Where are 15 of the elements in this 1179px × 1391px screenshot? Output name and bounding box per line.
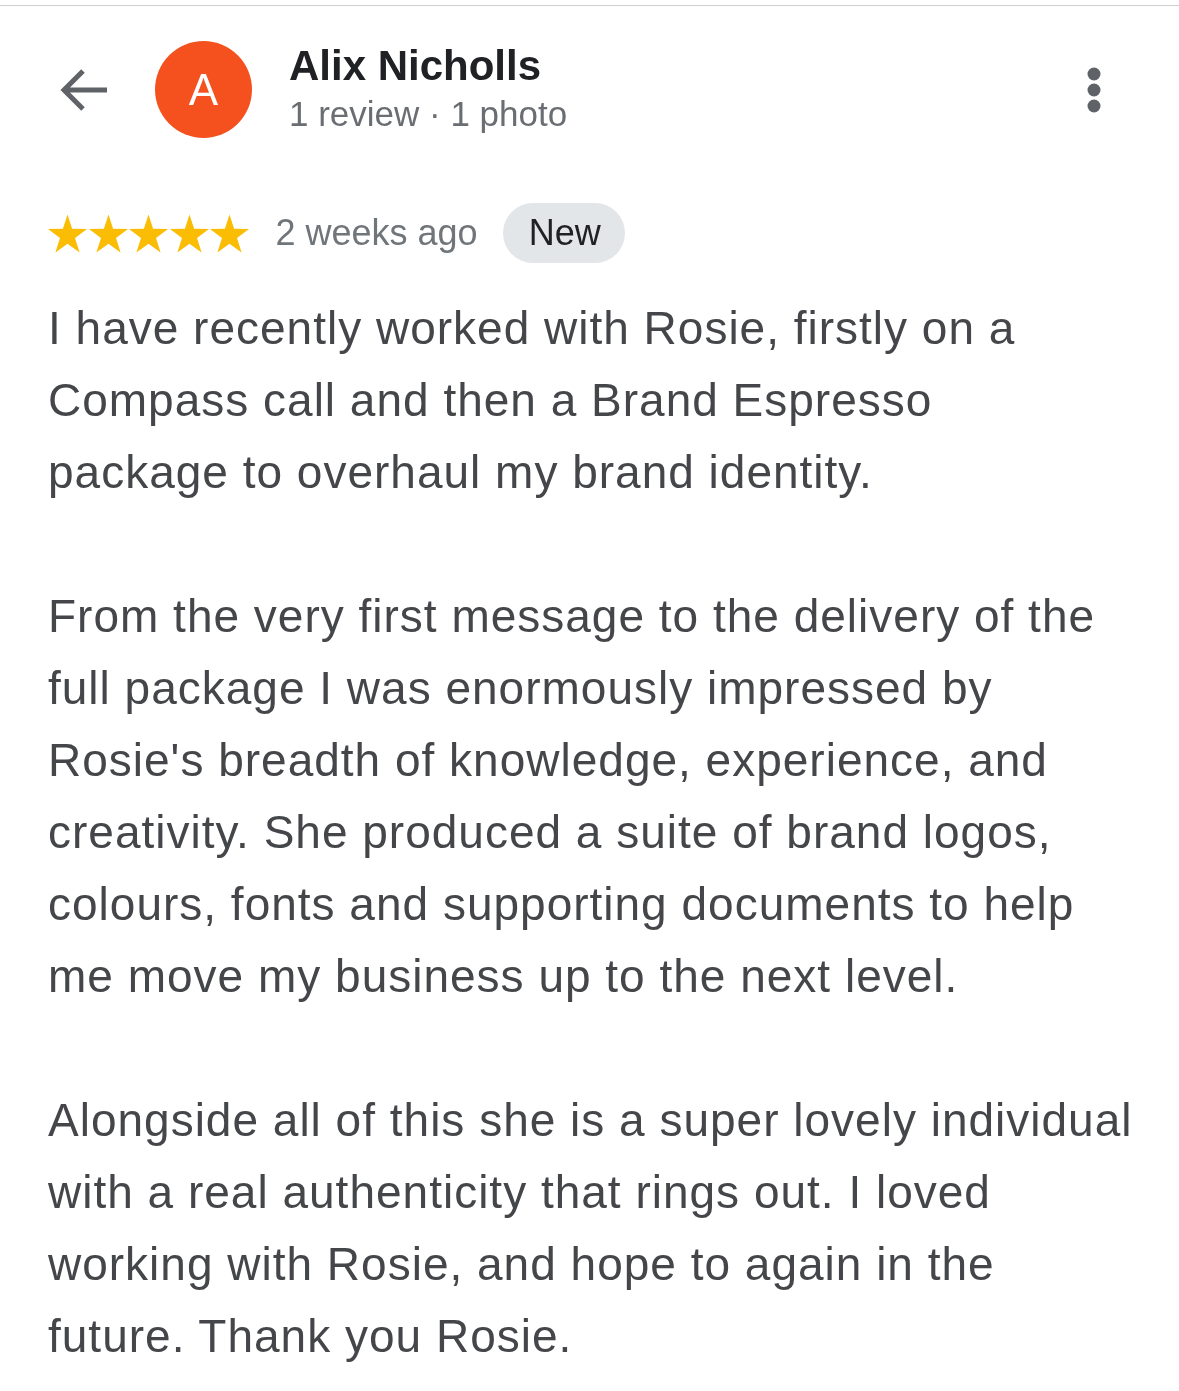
star-icon	[129, 213, 168, 253]
review-paragraph: From the very first message to the delivery of the full package I was enormously impressed by Rosie's breadth of knowledge, experience, and creativity. She produced a suite of brand logos, colours, fonts and supporting documents to help me move my business up to the next level.	[48, 589, 1097, 1004]
review-count-text: 1 review · 1 photo	[289, 93, 569, 135]
review-time: 2 weeks ago	[275, 211, 478, 255]
star-icon	[48, 213, 87, 253]
reviewer-name: Alix Nicholls	[289, 41, 543, 91]
star-icon	[169, 213, 209, 253]
avatar: A	[155, 41, 252, 138]
kebab-menu-icon[interactable]	[1086, 66, 1102, 114]
back-icon[interactable]	[59, 67, 109, 112]
star-icon	[88, 213, 128, 253]
review-paragraph: Alongside all of this she is a super lovely individual with a real authenticity that rings out. I loved working with Rosie, and hope to again in the future. Thank you Rosie.	[48, 1093, 1134, 1364]
review-paragraph: I have recently worked with Rosie, firstly on a Compass call and then a Brand Espresso package to overhaul my brand identity.	[48, 301, 1017, 500]
new-badge: New	[502, 203, 625, 263]
star-icon	[210, 213, 249, 253]
